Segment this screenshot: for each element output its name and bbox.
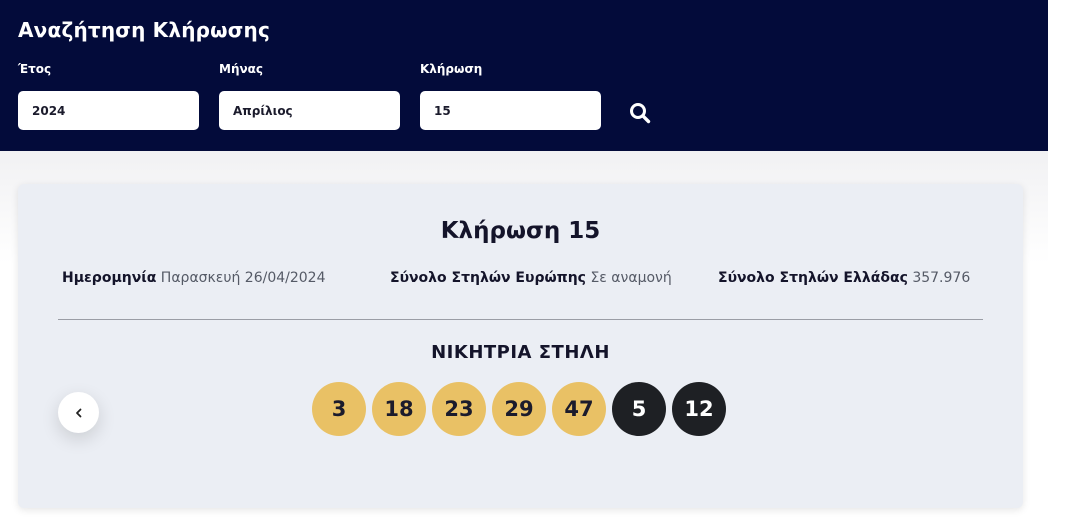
draw-result-card: Κλήρωση 15 Ημερομηνία Παρασκευή 26/04/20… <box>18 184 1023 508</box>
search-button[interactable] <box>627 100 653 126</box>
draw-label: Κλήρωση <box>420 62 483 76</box>
main-number-ball: 29 <box>492 382 546 436</box>
greece-info: Σύνολο Στηλών Ελλάδας 357.976 <box>718 270 970 286</box>
europe-info: Σύνολο Στηλών Ευρώπης Σε αναμονή <box>390 270 672 286</box>
main-number-ball: 47 <box>552 382 606 436</box>
chevron-left-icon <box>75 408 81 417</box>
bonus-number-ball: 5 <box>612 382 666 436</box>
bonus-number-ball: 12 <box>672 382 726 436</box>
month-label: Μήνας <box>219 62 264 76</box>
search-icon <box>630 103 651 124</box>
greece-value: 357.976 <box>912 270 971 286</box>
search-title: Αναζήτηση Κλήρωσης <box>18 18 271 42</box>
main-number-ball: 3 <box>312 382 366 436</box>
winning-column-title: ΝΙΚΗΤΡΙΑ ΣΤΗΛΗ <box>431 342 610 363</box>
europe-value: Σε αναμονή <box>590 270 672 286</box>
year-label: Έτος <box>18 62 52 76</box>
main-number-ball: 23 <box>432 382 486 436</box>
divider <box>58 319 983 320</box>
month-field[interactable]: Απρίλιος <box>219 91 400 130</box>
europe-label: Σύνολο Στηλών Ευρώπης <box>390 270 586 286</box>
date-info: Ημερομηνία Παρασκευή 26/04/2024 <box>62 270 325 286</box>
year-field[interactable]: 2024 <box>18 91 199 130</box>
main-number-ball: 18 <box>372 382 426 436</box>
winning-numbers: 3 18 23 29 47 5 12 <box>312 382 726 436</box>
date-label: Ημερομηνία <box>62 270 157 286</box>
search-bar: Αναζήτηση Κλήρωσης Έτος 2024 Μήνας Απρίλ… <box>0 0 1048 151</box>
draw-title: Κλήρωση 15 <box>440 218 601 244</box>
greece-label: Σύνολο Στηλών Ελλάδας <box>718 270 908 286</box>
previous-draw-button[interactable] <box>58 392 99 433</box>
draw-field[interactable]: 15 <box>420 91 601 130</box>
date-value: Παρασκευή 26/04/2024 <box>160 270 326 286</box>
